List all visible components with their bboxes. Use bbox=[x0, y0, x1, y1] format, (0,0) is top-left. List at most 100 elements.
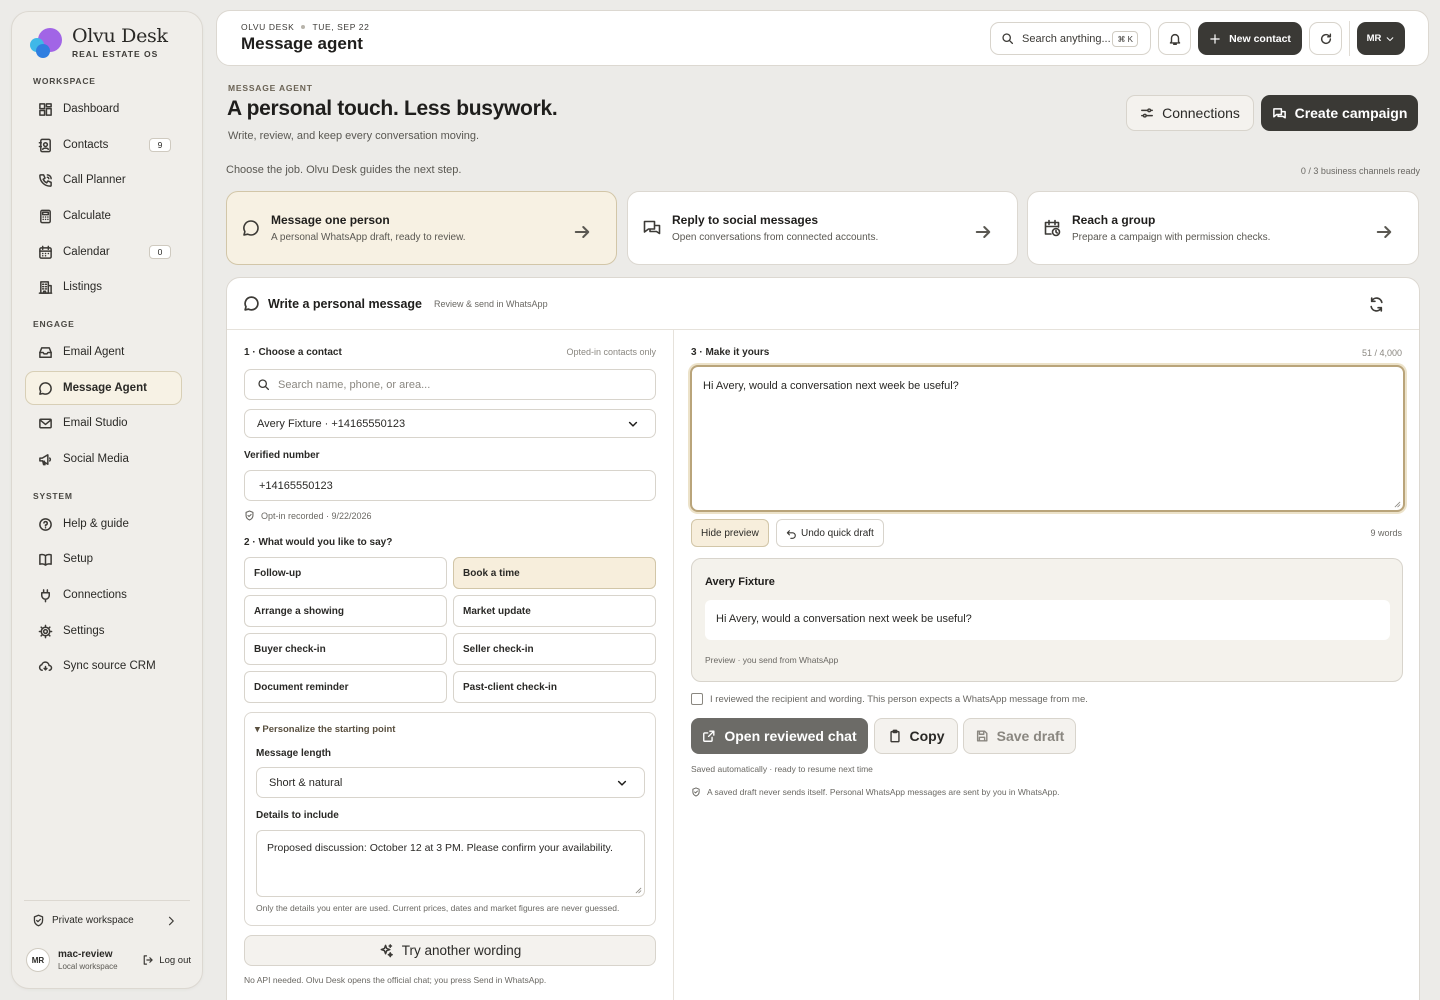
mail-icon bbox=[39, 418, 52, 428]
breadcrumb-date: TUE, SEP 22 bbox=[312, 22, 370, 32]
connections-button[interactable]: Connections bbox=[1126, 95, 1254, 131]
word-count: 9 words bbox=[1370, 528, 1402, 538]
sidebar-item-listings[interactable]: Listings bbox=[26, 271, 181, 303]
message-length-select[interactable]: Short & natural bbox=[256, 767, 645, 798]
try-another-wording-button[interactable]: Try another wording bbox=[244, 935, 656, 966]
sidebar-item-message-agent[interactable]: Message Agent bbox=[25, 371, 182, 405]
tone-document-reminder[interactable]: Document reminder bbox=[244, 671, 447, 703]
dashboard-icon bbox=[39, 102, 52, 116]
account-initials: MR bbox=[1366, 33, 1382, 44]
job-card-message-one[interactable]: Message one person A personal WhatsApp d… bbox=[226, 191, 617, 265]
sidebar-item-contacts[interactable]: Contacts 9 bbox=[26, 129, 181, 161]
message-text: Hi Avery, would a conversation next week… bbox=[703, 380, 959, 392]
contacts-icon bbox=[38, 138, 51, 152]
saved-status: Saved automatically · ready to resume ne… bbox=[691, 764, 873, 774]
optin-status: Opt-in recorded · 9/22/2026 bbox=[244, 510, 372, 521]
calendar-icon bbox=[39, 245, 52, 259]
brand-sub: REAL ESTATE OS bbox=[72, 49, 159, 59]
brand[interactable]: Olvu Desk REAL ESTATE OS bbox=[28, 26, 168, 62]
message-length-value: Short & natural bbox=[269, 776, 343, 789]
details-hint: Only the details you enter are used. Cur… bbox=[256, 903, 620, 913]
account-menu-button[interactable]: MR bbox=[1357, 22, 1405, 55]
connections-label: Connections bbox=[1162, 105, 1240, 121]
job-card-reach-group[interactable]: Reach a group Prepare a campaign with pe… bbox=[1027, 191, 1419, 265]
undo-quick-draft-button[interactable]: Undo quick draft bbox=[776, 519, 884, 547]
sidebar-item-label: Listings bbox=[63, 281, 102, 293]
hide-preview-button[interactable]: Hide preview bbox=[691, 519, 769, 547]
sidebar-item-dashboard[interactable]: Dashboard bbox=[26, 93, 181, 125]
contact-search-placeholder: Search name, phone, or area... bbox=[278, 378, 431, 391]
review-confirmation[interactable]: I reviewed the recipient and wording. Th… bbox=[691, 693, 1088, 705]
sidebar-item-label: Dashboard bbox=[63, 103, 120, 115]
private-workspace-toggle[interactable]: Private workspace bbox=[32, 914, 184, 927]
tone-market-update[interactable]: Market update bbox=[453, 595, 656, 627]
sidebar-item-setup[interactable]: Setup bbox=[26, 543, 181, 575]
hero-subtitle: Write, review, and keep every conversati… bbox=[228, 130, 480, 142]
topbar-divider bbox=[1349, 21, 1350, 56]
page-title: Message agent bbox=[241, 34, 363, 53]
refresh-button[interactable] bbox=[1309, 22, 1342, 55]
tone-seller-check-in[interactable]: Seller check-in bbox=[453, 633, 656, 665]
sidebar-item-label: Call Planner bbox=[63, 174, 126, 186]
book-icon bbox=[39, 553, 52, 566]
sidebar-item-sync-crm[interactable]: Sync source CRM bbox=[26, 650, 181, 682]
step2-label: 2 · What would you like to say? bbox=[244, 537, 393, 548]
save-draft-button[interactable]: Save draft bbox=[963, 718, 1076, 754]
sidebar-item-call-planner[interactable]: Call Planner bbox=[26, 164, 181, 196]
sidebar-item-social-media[interactable]: Social Media bbox=[26, 443, 181, 475]
sidebar-item-label: Help & guide bbox=[63, 518, 129, 530]
sidebar-item-settings[interactable]: Settings bbox=[26, 615, 181, 647]
building-icon bbox=[38, 280, 53, 294]
verified-number-field[interactable]: +14165550123 bbox=[244, 470, 656, 501]
contact-select[interactable]: Avery Fixture · +14165550123 bbox=[244, 409, 656, 438]
tone-book-a-time[interactable]: Book a time bbox=[453, 557, 656, 589]
topbar: OLVU DESK TUE, SEP 22 Message agent Sear… bbox=[216, 10, 1429, 66]
sidebar-item-email-studio[interactable]: Email Studio bbox=[26, 407, 181, 439]
tone-follow-up[interactable]: Follow-up bbox=[244, 557, 447, 589]
open-reviewed-chat-label: Open reviewed chat bbox=[724, 728, 857, 744]
message-textarea[interactable]: Hi Avery, would a conversation next week… bbox=[690, 365, 1405, 512]
sidebar-item-calendar[interactable]: Calendar 0 bbox=[26, 236, 181, 268]
refresh-icon[interactable] bbox=[1368, 296, 1385, 313]
api-note: No API needed. Olvu Desk opens the offic… bbox=[244, 975, 547, 985]
sidebar-divider bbox=[24, 900, 190, 901]
open-reviewed-chat-button[interactable]: Open reviewed chat bbox=[691, 718, 868, 754]
sidebar-item-label: Email Studio bbox=[63, 417, 128, 429]
calendar-count-badge: 0 bbox=[149, 245, 171, 259]
tone-buyer-check-in[interactable]: Buyer check-in bbox=[244, 633, 447, 665]
shield-check-icon bbox=[33, 914, 44, 927]
char-count: 51 / 4,000 bbox=[1361, 348, 1402, 358]
job-card-reply-social[interactable]: Reply to social messages Open conversati… bbox=[627, 191, 1018, 265]
sidebar-item-calculate[interactable]: Calculate bbox=[26, 200, 181, 232]
sidebar-item-label: Settings bbox=[63, 625, 105, 637]
clipboard-icon bbox=[889, 729, 900, 743]
sidebar-item-email-agent[interactable]: Email Agent bbox=[26, 336, 181, 368]
resize-handle-icon[interactable] bbox=[635, 887, 642, 894]
sidebar-item-connections[interactable]: Connections bbox=[26, 579, 181, 611]
verified-number-value: +14165550123 bbox=[259, 479, 333, 492]
external-link-icon bbox=[703, 730, 715, 742]
details-textarea[interactable]: Proposed discussion: October 12 at 3 PM.… bbox=[256, 830, 645, 897]
user-workspace: Local workspace bbox=[58, 962, 118, 971]
optin-text: Opt-in recorded · 9/22/2026 bbox=[261, 510, 372, 521]
sidebar-item-help[interactable]: Help & guide bbox=[26, 508, 181, 540]
avatar[interactable]: MR bbox=[26, 948, 50, 972]
sidebar-item-label: Email Agent bbox=[63, 346, 125, 358]
create-campaign-button[interactable]: Create campaign bbox=[1261, 95, 1418, 131]
resize-handle-icon[interactable] bbox=[1394, 501, 1401, 508]
chevron-right-icon bbox=[168, 916, 174, 925]
review-checkbox[interactable] bbox=[691, 693, 703, 705]
contact-search-input[interactable]: Search name, phone, or area... bbox=[244, 369, 656, 400]
cloud-sync-icon bbox=[38, 660, 53, 671]
step1-hint: Opted-in contacts only bbox=[566, 347, 656, 357]
tone-past-client-check-in[interactable]: Past-client check-in bbox=[453, 671, 656, 703]
logout-button[interactable]: Log out bbox=[142, 954, 191, 966]
new-contact-button[interactable]: New contact bbox=[1198, 22, 1302, 55]
chat-bubble-icon bbox=[243, 220, 259, 236]
notifications-button[interactable] bbox=[1158, 22, 1191, 55]
search-input[interactable]: Search anything... ⌘ K bbox=[990, 22, 1151, 55]
search-shortcut: ⌘ K bbox=[1112, 31, 1138, 47]
tone-arrange-showing[interactable]: Arrange a showing bbox=[244, 595, 447, 627]
copy-button[interactable]: Copy bbox=[874, 718, 958, 754]
personalize-toggle[interactable]: ▾ Personalize the starting point bbox=[255, 724, 395, 735]
